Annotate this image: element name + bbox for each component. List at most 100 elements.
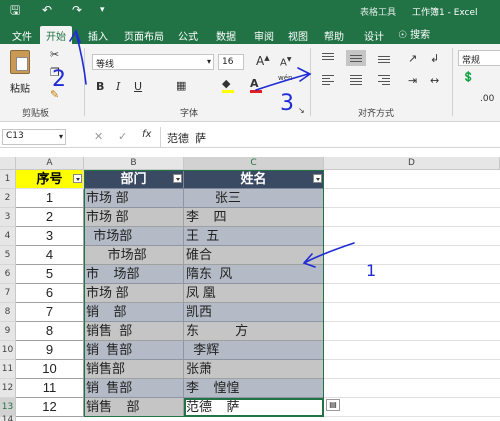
align-left-button[interactable]: [318, 72, 338, 88]
table-cell[interactable]: 10: [16, 360, 84, 379]
borders-icon[interactable]: ▦: [176, 79, 186, 92]
table-cell[interactable]: [324, 303, 500, 322]
table-cell[interactable]: 凤 凰: [184, 284, 324, 303]
phonetic-guide-icon[interactable]: wén: [278, 74, 292, 82]
formula-input[interactable]: 范德 萨: [160, 127, 500, 147]
table-cell[interactable]: 市场 部: [84, 284, 184, 303]
tab-insert[interactable]: 插入: [82, 26, 114, 44]
table-cell[interactable]: 销售部: [84, 360, 184, 379]
filter-dropdown-icon[interactable]: [73, 174, 82, 183]
underline-button[interactable]: U: [134, 80, 142, 93]
column-header-a[interactable]: A: [16, 157, 84, 170]
table-cell[interactable]: 市场部: [84, 227, 184, 246]
row-header[interactable]: 4: [0, 227, 16, 246]
wrap-text-icon[interactable]: ↲: [430, 52, 439, 65]
decrease-decimal-icon[interactable]: .00: [480, 94, 494, 104]
table-cell[interactable]: 凯西: [184, 303, 324, 322]
tab-help[interactable]: 帮助: [318, 26, 350, 44]
number-format-box[interactable]: 常规: [458, 50, 500, 66]
table-cell[interactable]: [324, 379, 500, 398]
table-cell[interactable]: 范德 萨: [184, 398, 324, 417]
font-dialog-launcher-icon[interactable]: ↘: [298, 106, 305, 115]
table-cell[interactable]: 9: [16, 341, 84, 360]
row-header[interactable]: 3: [0, 208, 16, 227]
undo-icon[interactable]: ↶: [42, 3, 52, 17]
table-cell[interactable]: [324, 265, 500, 284]
top-align-button[interactable]: [318, 50, 338, 66]
table-cell[interactable]: 1: [16, 189, 84, 208]
tab-page-layout[interactable]: 页面布局: [118, 26, 170, 44]
table-cell[interactable]: [324, 360, 500, 379]
column-header-c[interactable]: C: [184, 157, 324, 170]
table-cell[interactable]: 销 售部: [84, 341, 184, 360]
tab-review[interactable]: 审阅: [248, 26, 280, 44]
table-cell[interactable]: 市场 部: [84, 208, 184, 227]
table-cell[interactable]: 李辉: [184, 341, 324, 360]
copy-icon[interactable]: ❐: [50, 66, 60, 79]
currency-format-icon[interactable]: 💲: [462, 72, 474, 83]
table-cell[interactable]: 东 方: [184, 322, 324, 341]
table-cell[interactable]: [324, 208, 500, 227]
table-cell[interactable]: 王 五: [184, 227, 324, 246]
name-box[interactable]: C13 ▾: [2, 129, 66, 145]
enter-icon[interactable]: ✓: [118, 130, 127, 143]
row-header[interactable]: 11: [0, 360, 16, 379]
row-header[interactable]: 5: [0, 246, 16, 265]
table-cell[interactable]: [324, 341, 500, 360]
table-cell[interactable]: [324, 189, 500, 208]
table-cell[interactable]: [324, 398, 500, 417]
cut-icon[interactable]: ✂: [50, 48, 59, 61]
table-cell[interactable]: [324, 227, 500, 246]
column-header-b[interactable]: B: [84, 157, 184, 170]
font-name-box[interactable]: 等线 ▾: [92, 54, 214, 70]
bottom-align-button[interactable]: [374, 50, 394, 66]
bold-button[interactable]: B: [96, 80, 104, 93]
row-header[interactable]: 6: [0, 265, 16, 284]
filter-dropdown-icon[interactable]: [313, 174, 322, 183]
select-all-corner[interactable]: [0, 157, 16, 170]
insert-function-button[interactable]: fx: [142, 129, 151, 140]
table-cell[interactable]: 12: [16, 398, 84, 417]
table-cell[interactable]: 销售 部: [84, 398, 184, 417]
table-cell[interactable]: 李 四: [184, 208, 324, 227]
table-cell[interactable]: 市场 部: [84, 189, 184, 208]
quick-analysis-icon[interactable]: ▤: [326, 399, 340, 411]
table-cell[interactable]: 7: [16, 303, 84, 322]
table-cell[interactable]: [324, 322, 500, 341]
filter-dropdown-icon[interactable]: [173, 174, 182, 183]
table-cell[interactable]: 2: [16, 208, 84, 227]
row-header[interactable]: 14: [0, 416, 16, 421]
redo-icon[interactable]: ↷: [72, 3, 82, 17]
table-cell[interactable]: 4: [16, 246, 84, 265]
tab-design[interactable]: 设计: [358, 26, 390, 44]
table-cell[interactable]: [324, 170, 500, 189]
font-size-box[interactable]: 16: [218, 54, 244, 70]
table-cell[interactable]: 5: [16, 265, 84, 284]
table-cell[interactable]: 市 场部: [84, 265, 184, 284]
table-cell[interactable]: 销 部: [84, 303, 184, 322]
tab-formulas[interactable]: 公式: [172, 26, 204, 44]
italic-button[interactable]: I: [116, 80, 120, 93]
table-cell[interactable]: 市场部: [84, 246, 184, 265]
customize-quick-access-icon[interactable]: ▾: [100, 3, 105, 17]
tab-file[interactable]: 文件: [6, 26, 38, 44]
row-header[interactable]: 2: [0, 189, 16, 208]
table-cell[interactable]: 李 惶惶: [184, 379, 324, 398]
font-color-icon[interactable]: A: [250, 77, 262, 93]
table-header-cell[interactable]: 姓名: [184, 170, 324, 189]
table-cell[interactable]: [324, 246, 500, 265]
row-header[interactable]: 12: [0, 379, 16, 398]
table-cell[interactable]: 8: [16, 322, 84, 341]
merge-center-icon[interactable]: ↔: [430, 74, 439, 87]
table-cell[interactable]: 张三: [184, 189, 324, 208]
save-icon[interactable]: 🖫: [10, 3, 20, 17]
shrink-font-icon[interactable]: A▼: [280, 56, 291, 68]
table-cell[interactable]: 张萧: [184, 360, 324, 379]
row-header[interactable]: 7: [0, 284, 16, 303]
cancel-icon[interactable]: ✕: [94, 130, 103, 143]
row-header[interactable]: 1: [0, 170, 16, 189]
row-header[interactable]: 10: [0, 341, 16, 360]
table-header-cell[interactable]: 序号: [16, 170, 84, 189]
table-cell[interactable]: [324, 284, 500, 303]
align-right-button[interactable]: [374, 72, 394, 88]
